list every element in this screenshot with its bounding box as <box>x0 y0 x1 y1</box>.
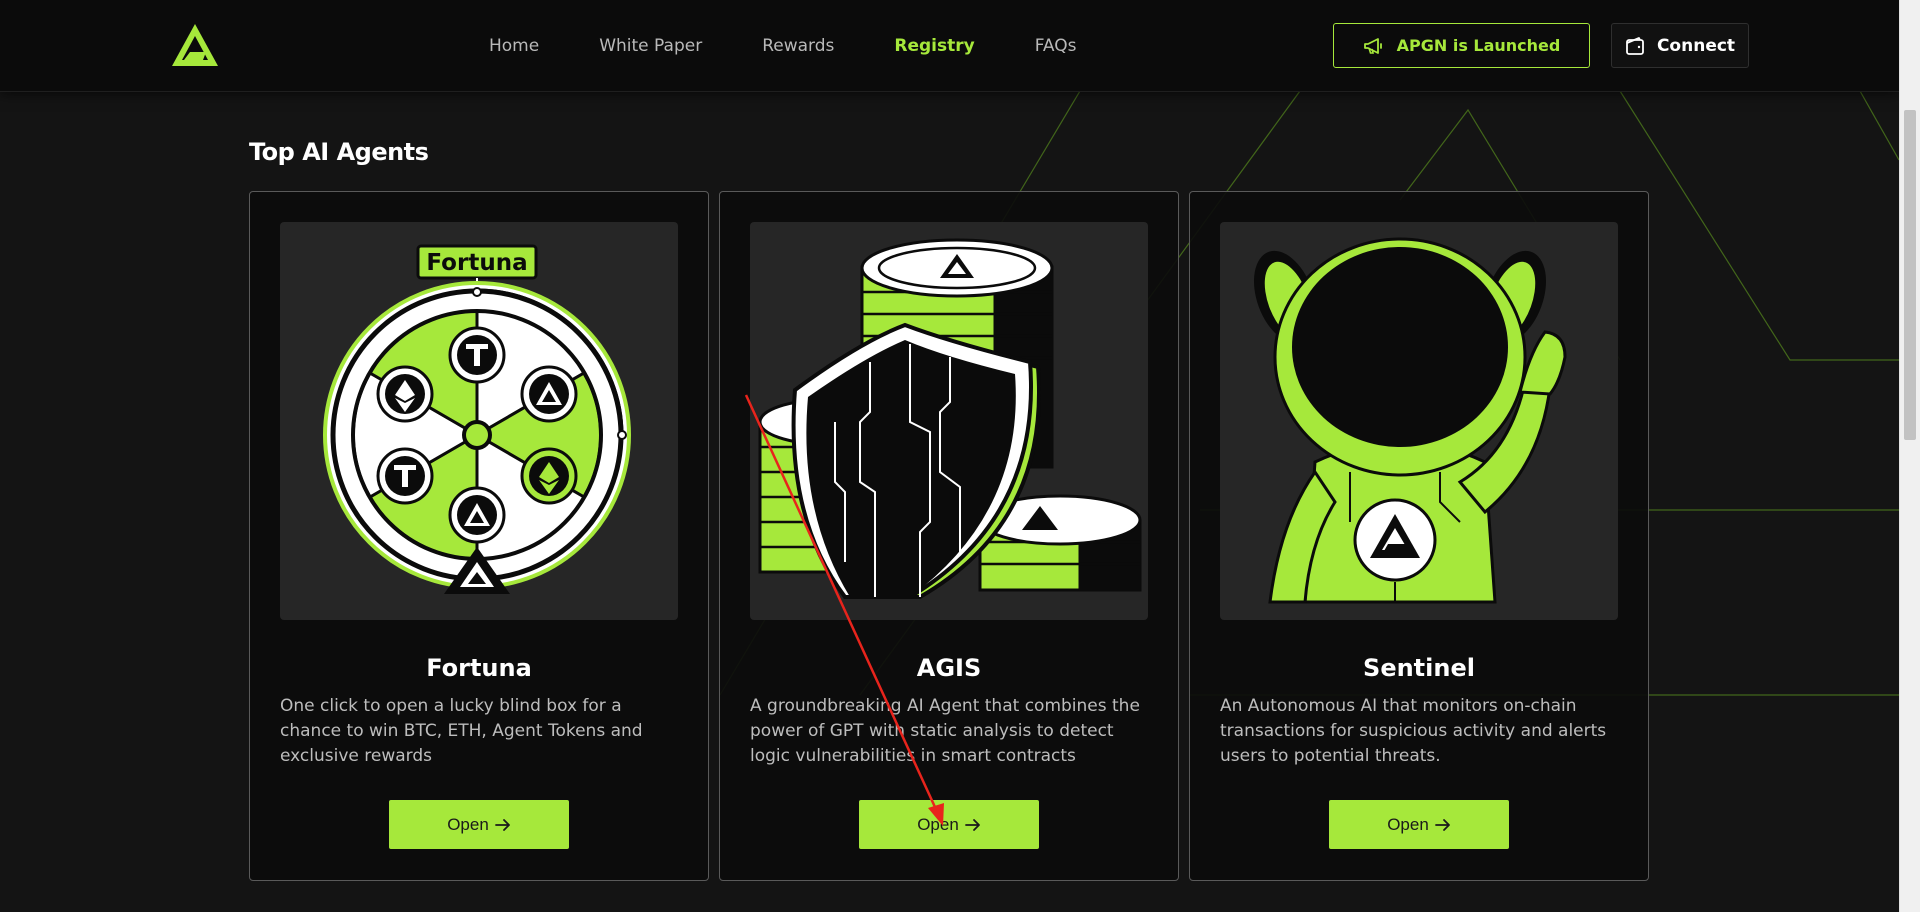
agent-card-agis: AGIS A groundbreaking AI Agent that comb… <box>719 191 1179 881</box>
agent-title: Sentinel <box>1363 654 1475 682</box>
agent-card-fortuna: Fortuna Fortuna One click to open a luck… <box>249 191 709 881</box>
nav-faqs[interactable]: FAQs <box>1035 34 1077 58</box>
open-label: Open <box>1387 814 1429 834</box>
top-navbar: Home White Paper Rewards Registry FAQs A… <box>0 0 1899 92</box>
main-nav: Home White Paper Rewards Registry FAQs <box>489 34 1136 58</box>
arrow-right-icon <box>1434 818 1450 831</box>
open-label: Open <box>447 814 489 834</box>
fortuna-tag-label: Fortuna <box>426 250 527 276</box>
open-sentinel-button[interactable]: Open <box>1329 800 1509 849</box>
sentinel-robot-image <box>1220 222 1618 620</box>
nav-white-paper[interactable]: White Paper <box>599 34 702 58</box>
nav-home[interactable]: Home <box>489 34 539 58</box>
arrow-right-icon <box>964 818 980 831</box>
agis-shield-image <box>750 222 1148 620</box>
apgn-logo-icon[interactable] <box>170 22 220 68</box>
agent-description: One click to open a lucky blind box for … <box>280 696 643 766</box>
fortuna-wheel-image: Fortuna <box>280 222 678 620</box>
arrow-right-icon <box>494 818 510 831</box>
section-title: Top AI Agents <box>249 138 429 166</box>
page-scrollbar[interactable] <box>1899 0 1920 912</box>
agent-description: An Autonomous AI that monitors on-chain … <box>1220 696 1607 766</box>
nav-registry[interactable]: Registry <box>894 34 974 58</box>
connect-label: Connect <box>1656 35 1736 56</box>
scrollbar-thumb[interactable] <box>1904 110 1916 440</box>
apgn-launched-label: APGN is Launched <box>1396 36 1561 55</box>
connect-wallet-button[interactable]: Connect <box>1611 23 1749 68</box>
wallet-icon <box>1626 36 1644 55</box>
agent-description: A groundbreaking AI Agent that combines … <box>750 696 1140 766</box>
apgn-launched-button[interactable]: APGN is Launched <box>1333 23 1590 68</box>
nav-rewards[interactable]: Rewards <box>762 34 834 58</box>
agent-title: Fortuna <box>426 654 532 682</box>
open-label: Open <box>917 814 959 834</box>
open-agis-button[interactable]: Open <box>859 800 1039 849</box>
agent-title: AGIS <box>916 654 982 682</box>
open-fortuna-button[interactable]: Open <box>389 800 569 849</box>
megaphone-icon <box>1363 37 1382 54</box>
agent-card-sentinel: Sentinel An Autonomous AI that monitors … <box>1189 191 1649 881</box>
